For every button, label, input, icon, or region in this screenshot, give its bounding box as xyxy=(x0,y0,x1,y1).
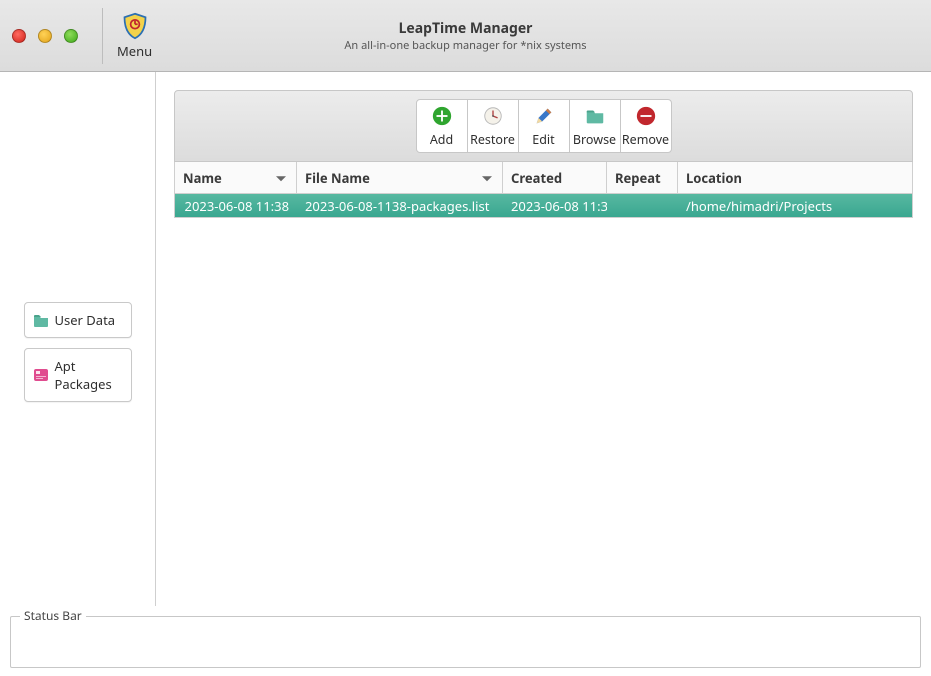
remove-icon xyxy=(634,105,658,127)
folder-teal-icon xyxy=(33,313,49,327)
cell-location: /home/himadri/Projects xyxy=(678,197,912,215)
column-label: Created xyxy=(511,169,562,187)
maximize-window-button[interactable] xyxy=(64,29,78,43)
clock-icon xyxy=(481,105,505,127)
button-label: Restore xyxy=(470,131,515,148)
body-area: User Data Apt Packages xyxy=(0,72,931,606)
minimize-window-button[interactable] xyxy=(38,29,52,43)
column-header-file-name[interactable]: File Name xyxy=(297,162,503,193)
main-panel: Add Restore xyxy=(156,72,931,606)
add-icon xyxy=(430,105,454,127)
button-label: Edit xyxy=(532,131,554,148)
column-header-repeat[interactable]: Repeat xyxy=(607,162,678,193)
titlebar: Menu LeapTime Manager An all-in-one back… xyxy=(0,0,931,72)
sidebar-item-apt-packages[interactable]: Apt Packages xyxy=(24,348,132,402)
button-label: Remove xyxy=(622,131,669,148)
cell-name: 2023-06-08 11:38 xyxy=(175,197,297,215)
column-label: Repeat xyxy=(615,169,661,187)
status-bar-content xyxy=(10,616,921,668)
separator xyxy=(102,8,103,64)
column-header-name[interactable]: Name xyxy=(175,162,297,193)
sidebar-item-user-data[interactable]: User Data xyxy=(24,302,132,338)
table-header: Name File Name Created Repeat Location xyxy=(174,162,913,194)
status-bar: Status Bar xyxy=(10,598,921,668)
add-button[interactable]: Add xyxy=(416,99,468,153)
column-label: Name xyxy=(183,169,222,187)
close-window-button[interactable] xyxy=(12,29,26,43)
table-row[interactable]: 2023-06-08 11:38 2023-06-08-1138-package… xyxy=(174,194,913,218)
column-header-location[interactable]: Location xyxy=(678,162,912,193)
folder-icon xyxy=(583,105,607,127)
sidebar-item-label: User Data xyxy=(55,311,116,329)
column-label: File Name xyxy=(305,169,370,187)
toolbar-group: Add Restore xyxy=(416,99,672,153)
cell-created: 2023-06-08 11:38 xyxy=(503,197,607,215)
edit-button[interactable]: Edit xyxy=(518,99,570,153)
menu-label: Menu xyxy=(117,42,152,60)
app-shield-icon xyxy=(121,12,149,40)
sidebar-item-label: Apt Packages xyxy=(55,357,123,393)
menu-button[interactable]: Menu xyxy=(117,12,152,60)
restore-button[interactable]: Restore xyxy=(467,99,519,153)
button-label: Add xyxy=(430,131,453,148)
window-controls xyxy=(12,29,78,43)
browse-button[interactable]: Browse xyxy=(569,99,621,153)
status-bar-label: Status Bar xyxy=(20,607,86,624)
button-label: Browse xyxy=(573,131,616,148)
toolbar: Add Restore xyxy=(174,90,913,162)
cell-file-name: 2023-06-08-1138-packages.list xyxy=(297,197,503,215)
sidebar: User Data Apt Packages xyxy=(0,72,155,606)
column-label: Location xyxy=(686,169,742,187)
column-header-created[interactable]: Created xyxy=(503,162,607,193)
package-pink-icon xyxy=(33,368,49,382)
pencil-icon xyxy=(532,105,556,127)
remove-button[interactable]: Remove xyxy=(620,99,672,153)
